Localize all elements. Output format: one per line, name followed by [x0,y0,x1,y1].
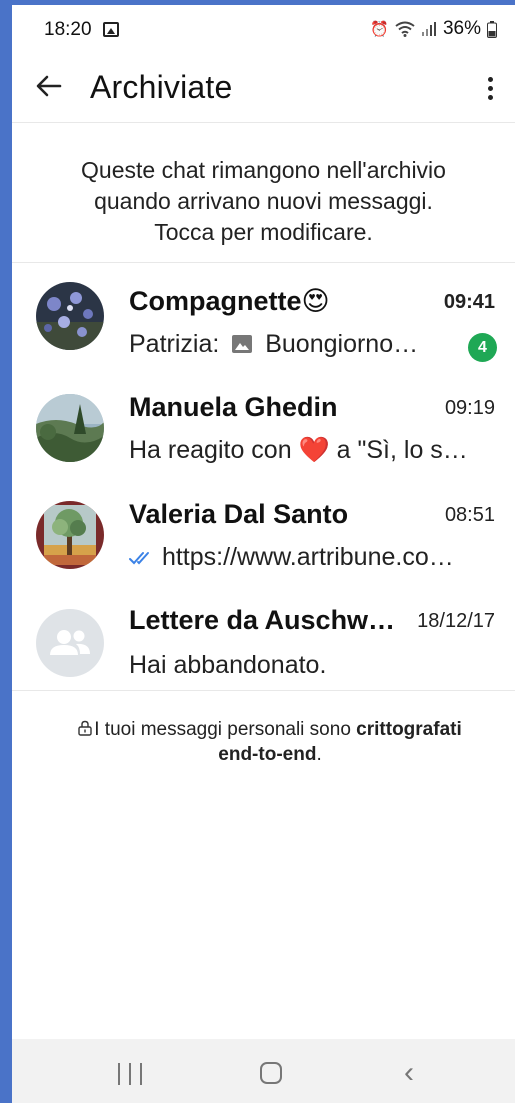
archive-settings-info[interactable]: Queste chat rimangono nell'archivio quan… [42,155,485,248]
chat-time: 09:19 [444,397,495,419]
chat-row-valeria-dal-santo[interactable]: Valeria Dal Santo 08:51 https://www.artr… [12,481,515,587]
page-title: Archiviate [90,69,233,105]
chat-name: Lettere da Auschw… [129,605,396,635]
window-frame-left [0,0,12,1103]
arrow-left-icon [36,75,62,97]
chat-name: Manuela Ghedin [129,392,338,422]
system-nav-bar: ‹ [12,1039,515,1103]
avatar[interactable] [36,609,104,677]
more-vert-icon [487,76,493,82]
image-icon [232,335,253,353]
chat-row-lettere-da-auschwitz[interactable]: Lettere da Auschw… 18/12/17 Hai abbandon… [12,587,515,693]
group-placeholder-icon [50,630,90,655]
chat-time: 18/12/17 [417,610,495,632]
header-divider [12,122,515,123]
back-button[interactable] [32,69,66,103]
home-button[interactable] [260,1062,282,1084]
heart-emoji-icon: ❤️ [298,436,330,464]
recents-button[interactable] [118,1063,142,1085]
archive-info-line-3: Tocca per modificare. [154,219,373,245]
unread-badge: 4 [468,333,497,362]
more-options-button[interactable] [475,71,505,105]
info-divider [12,262,515,263]
encryption-notice[interactable]: I tuoi messaggi personali sono crittogra… [40,717,500,767]
archive-info-line-1: Queste chat rimangono nell'archivio [81,157,446,183]
lock-icon [78,720,92,736]
app-bar: Archiviate [12,51,515,123]
recents-icon [118,1063,120,1085]
alarm-icon: ⏰ [370,21,389,38]
encryption-bold-1: crittografati [356,719,462,740]
avatar[interactable] [36,394,104,462]
wifi-icon [395,21,415,37]
chat-name: Compagnette😍 [129,286,330,316]
chat-row-manuela-ghedin[interactable]: Manuela Ghedin 09:19 Ha reagito con ❤️ a… [12,374,515,480]
encryption-text: I tuoi messaggi personali sono [94,719,357,740]
image-icon [103,22,119,37]
encryption-suffix: . [316,744,322,765]
battery-icon [487,20,497,38]
chat-preview-quote: a "Sì, lo s… [336,436,468,464]
list-divider [12,690,515,691]
chat-preview: https://www.artribune.co… [129,543,454,572]
archive-info-line-2: quando arrivano nuovi messaggi. [94,188,433,214]
chat-time: 09:41 [443,291,495,313]
signal-icon [421,22,436,36]
status-time: 18:20 [44,19,92,40]
chat-preview-text: https://www.artribune.co… [161,543,454,571]
flowers-photo [36,282,104,350]
battery-percentage: 36% [442,18,481,39]
chat-preview: Ha reagito con ❤️ a "Sì, lo s… [129,436,468,465]
landscape-photo [36,394,104,462]
chat-row-compagnette[interactable]: Compagnette😍 09:41 Patrizia: Buongiorno…… [12,268,515,374]
chat-time: 08:51 [444,504,495,526]
chat-name: Valeria Dal Santo [129,499,349,529]
status-right-icons: ⏰ 36% [370,18,497,40]
double-check-icon [129,552,149,565]
encryption-bold-2: end-to-end [218,744,317,765]
status-bar: 18:20 ⏰ 36% [12,5,515,51]
avatar[interactable] [36,501,104,569]
phone-screen: 18:20 ⏰ 36% Archiviate Queste chat riman… [12,5,515,1103]
system-back-button[interactable]: ‹ [404,1058,414,1088]
chat-preview-text: Buongiorno… [265,330,419,358]
chat-preview: Hai abbandonato. [129,651,327,679]
tree-painting-photo [36,501,104,569]
avatar[interactable] [36,282,104,350]
chat-preview-sender: Patrizia: [129,330,220,358]
chat-preview: Patrizia: Buongiorno… [129,330,418,359]
chat-preview-text: Ha reagito con [129,436,292,464]
